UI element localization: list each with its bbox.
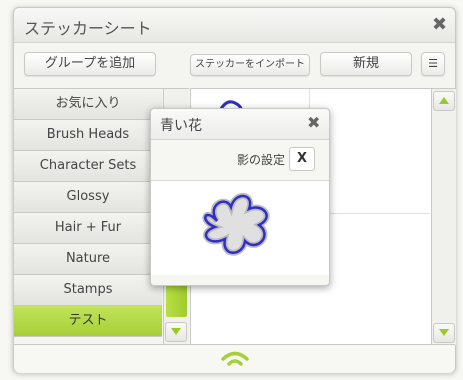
arrow-down-icon <box>171 328 181 335</box>
close-icon[interactable]: ✖ <box>307 114 320 132</box>
list-item-favorites[interactable]: お気に入り <box>14 89 162 120</box>
list-item-test[interactable]: テスト <box>14 306 162 337</box>
list-item-nature[interactable]: Nature <box>14 244 162 275</box>
shadow-settings-label: 影の設定 <box>236 153 285 167</box>
shadow-settings-row: 影の設定 X <box>151 140 329 181</box>
list-item-glossy[interactable]: Glossy <box>14 182 162 213</box>
toolbar: グループを追加 ステッカーをインポート 新規 ☰ <box>14 43 455 87</box>
list-item-label: Character Sets <box>39 158 137 173</box>
list-scroll-thumb[interactable] <box>166 283 187 317</box>
grid-scrollbar[interactable] <box>431 88 456 345</box>
window-title: ステッカーシート <box>24 19 152 38</box>
popup-title: 青い花 <box>160 118 202 134</box>
list-item-label: お気に入り <box>55 96 121 111</box>
list-item-label: Glossy <box>66 189 110 204</box>
grid-scroll-up-button[interactable] <box>433 91 455 111</box>
grid-scroll-down-button[interactable] <box>433 323 455 343</box>
list-item-hair-fur[interactable]: Hair + Fur <box>14 213 162 244</box>
menu-list-icon: ☰ <box>428 57 438 70</box>
import-sticker-button[interactable]: ステッカーをインポート <box>190 54 310 76</box>
add-group-button[interactable]: グループを追加 <box>24 52 156 76</box>
wifi-sync-icon[interactable] <box>220 350 250 368</box>
arrow-up-icon <box>439 97 449 104</box>
menu-button[interactable]: ☰ <box>421 52 445 76</box>
close-icon[interactable]: ✖ <box>432 16 447 34</box>
arrow-down-icon <box>439 329 449 336</box>
list-item-label: Hair + Fur <box>54 220 122 235</box>
list-item-brush-heads[interactable]: Brush Heads <box>14 120 162 151</box>
new-button[interactable]: 新規 <box>320 52 412 76</box>
blue-flower-sticker <box>202 193 270 256</box>
footer-bar <box>14 344 455 373</box>
list-item-label: テスト <box>68 313 108 328</box>
list-item-label: Brush Heads <box>46 127 130 142</box>
list-item-label: Stamps <box>63 282 113 297</box>
list-scroll-down-button[interactable] <box>165 322 187 342</box>
popup-title-bar: 青い花 ✖ <box>151 109 329 140</box>
sticker-preview <box>151 181 329 275</box>
title-bar: ステッカーシート ✖ <box>14 8 455 43</box>
shadow-toggle-button[interactable]: X <box>289 147 315 171</box>
list-item-character-sets[interactable]: Character Sets <box>14 151 162 182</box>
list-item-label: Nature <box>65 251 111 266</box>
sticker-detail-popup: 青い花 ✖ 影の設定 X <box>150 108 330 286</box>
list-item-stamps[interactable]: Stamps <box>14 275 162 306</box>
